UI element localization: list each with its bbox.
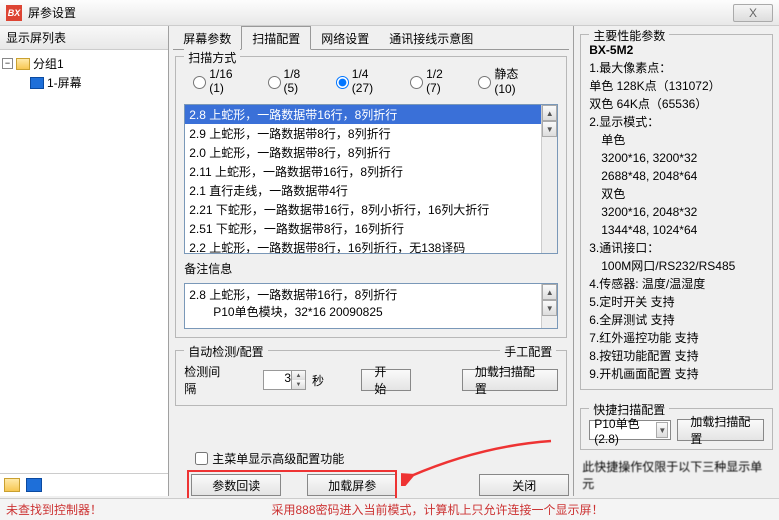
tree-screen-label: 1-屏幕 — [47, 74, 82, 91]
screen-icon[interactable] — [26, 478, 42, 492]
advanced-menu-checkbox[interactable] — [195, 452, 208, 465]
list-item[interactable]: 2.8 上蛇形，一路数据带16行，8列折行 — [185, 105, 557, 124]
radio-1-2[interactable]: 1/2 (7) — [405, 67, 455, 95]
tab-scan-config[interactable]: 扫描配置 — [241, 26, 311, 50]
radio-1-8[interactable]: 1/8 (5) — [263, 67, 313, 95]
readback-button[interactable]: 参数回读 — [191, 474, 281, 496]
start-button[interactable]: 开始 — [361, 369, 410, 391]
tree-group-row[interactable]: − 分组1 — [2, 54, 166, 73]
folder-icon[interactable] — [4, 478, 20, 492]
load-scan-config-button[interactable]: 加载扫描配置 — [462, 369, 558, 391]
close-button[interactable]: 关闭 — [479, 474, 569, 496]
scroll-down-icon[interactable]: ▼ — [542, 121, 557, 137]
scroll-down-icon[interactable]: ▼ — [542, 300, 557, 316]
scan-mode-group: 扫描方式 1/16 (1) 1/8 (5) 1/4 (27) 1/2 (7) 静… — [175, 56, 567, 338]
list-item[interactable]: 2.9 上蛇形，一路数据带8行，8列折行 — [185, 124, 557, 143]
note-box: 2.8 上蛇形，一路数据带16行，8列折行 P10单色模块，32*16 2009… — [184, 283, 558, 329]
list-item[interactable]: 2.11 上蛇形，一路数据带16行，8列折行 — [185, 162, 557, 181]
list-item[interactable]: 2.1 直行走线，一路数据带4行 — [185, 181, 557, 200]
scrollbar[interactable]: ▲ ▼ — [541, 105, 557, 253]
spec-title: 主要性能参数 — [589, 27, 669, 45]
interval-label: 检测间隔 — [184, 363, 231, 397]
status-left: 未查找到控制器！ — [6, 501, 102, 518]
status-mid: 采用888密码进入当前模式，计算机上只允许连接一个显示屏！ — [102, 501, 773, 518]
window-title: 屏参设置 — [28, 4, 733, 21]
radio-1-16[interactable]: 1/16 (1) — [188, 67, 244, 95]
screen-icon — [30, 77, 44, 89]
spin-up-icon[interactable]: ▲ — [291, 371, 305, 380]
folder-icon — [16, 58, 30, 70]
load-screen-button[interactable]: 加载屏参 — [307, 474, 397, 496]
interval-input[interactable]: 3 ▲▼ — [263, 370, 306, 390]
note-line2: P10单色模块，32*16 20090825 — [213, 303, 553, 320]
tab-wiring[interactable]: 通讯接线示意图 — [379, 27, 483, 49]
fast-scan-note: 此快捷操作仅限于以下三种显示单元 — [582, 458, 771, 492]
screen-list-header: 显示屏列表 — [0, 26, 168, 50]
radio-static[interactable]: 静态 (10) — [473, 65, 536, 96]
scrollbar[interactable]: ▲ ▼ — [541, 284, 557, 328]
note-line1: 2.8 上蛇形，一路数据带16行，8列折行 — [189, 286, 553, 303]
spin-down-icon[interactable]: ▼ — [291, 380, 305, 389]
tab-network[interactable]: 网络设置 — [311, 27, 379, 49]
list-item[interactable]: 2.51 下蛇形，一路数据带8行，16列折行 — [185, 219, 557, 238]
scroll-up-icon[interactable]: ▲ — [542, 105, 557, 121]
note-title: 备注信息 — [184, 260, 558, 277]
tree-group-label: 分组1 — [33, 55, 64, 72]
auto-detect-group: 自动检测/配置 手工配置 检测间隔 3 ▲▼ 秒 开始 加载扫描配置 — [175, 350, 567, 406]
interval-unit: 秒 — [312, 372, 324, 389]
screen-tree: − 分组1 1-屏幕 — [0, 50, 168, 473]
spec-group: 主要性能参数 BX-5M2 1.最大像素点： 单色 128K点（131072） … — [580, 34, 773, 390]
hand-config-title: 手工配置 — [500, 343, 556, 360]
fast-scan-group: 快捷扫描配置 P10单色 (2.8) ▼ 加载扫描配置 — [580, 408, 773, 450]
fast-load-button[interactable]: 加载扫描配置 — [677, 419, 764, 441]
scroll-up-icon[interactable]: ▲ — [542, 284, 557, 300]
status-bar: 未查找到控制器！ 采用888密码进入当前模式，计算机上只允许连接一个显示屏！ — [0, 498, 779, 520]
scan-config-list[interactable]: 2.8 上蛇形，一路数据带16行，8列折行 2.9 上蛇形，一路数据带8行，8列… — [184, 104, 558, 254]
auto-detect-title: 自动检测/配置 — [184, 343, 267, 360]
advanced-menu-label: 主菜单显示高级配置功能 — [212, 450, 344, 467]
tree-screen-row[interactable]: 1-屏幕 — [30, 73, 166, 92]
fast-scan-combo[interactable]: P10单色 (2.8) ▼ — [589, 420, 671, 440]
app-icon: BX — [6, 5, 22, 21]
tab-screen-params[interactable]: 屏幕参数 — [173, 27, 241, 49]
tree-collapse-icon[interactable]: − — [2, 58, 13, 69]
radio-1-4[interactable]: 1/4 (27) — [331, 67, 387, 95]
list-item[interactable]: 2.2 上蛇形，一路数据带8行，16列折行，无138译码 — [185, 238, 557, 254]
list-item[interactable]: 2.21 下蛇形，一路数据带16行，8列小折行，16列大折行 — [185, 200, 557, 219]
tab-bar: 屏幕参数 扫描配置 网络设置 通讯接线示意图 — [173, 28, 569, 50]
window-close-button[interactable]: X — [733, 4, 773, 22]
list-item[interactable]: 2.0 上蛇形，一路数据带8行，8列折行 — [185, 143, 557, 162]
scan-mode-title: 扫描方式 — [184, 49, 240, 66]
fast-scan-title: 快捷扫描配置 — [589, 401, 669, 418]
chevron-down-icon[interactable]: ▼ — [656, 422, 668, 438]
